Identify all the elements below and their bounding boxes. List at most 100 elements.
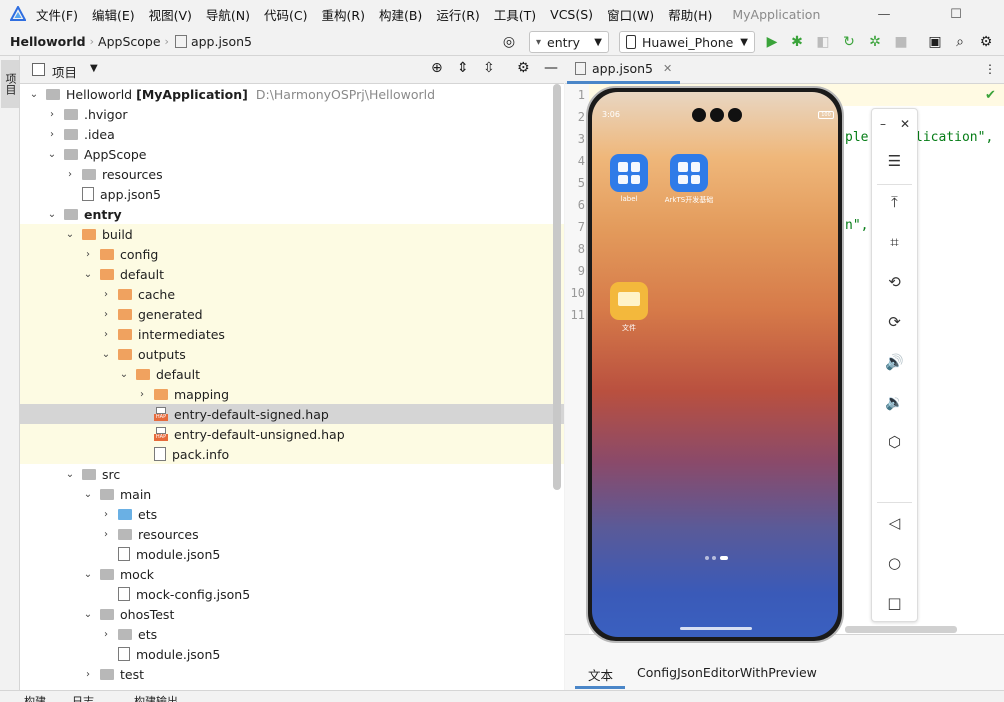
pin-top-icon[interactable]: ⤒	[872, 190, 917, 214]
tree-row[interactable]: ⌄ mock	[20, 564, 564, 584]
minimize-icon[interactable]: —	[860, 0, 908, 28]
back-icon[interactable]: ◁	[872, 511, 917, 535]
tree-row[interactable]: › resources	[20, 524, 564, 544]
tree-row[interactable]: › .hvigor	[20, 104, 564, 124]
chevron-right-icon[interactable]: ›	[100, 528, 112, 540]
menu-window[interactable]: 窗口(W)	[607, 5, 654, 24]
more-icon[interactable]: ⋮	[984, 62, 996, 76]
settings-gear-icon[interactable]: ⚙	[517, 60, 530, 76]
chevron-right-icon[interactable]: ›	[64, 168, 76, 180]
breadcrumb-project[interactable]: Helloworld	[10, 34, 86, 49]
chevron-down-icon[interactable]: ⌄	[64, 468, 76, 480]
editor-tab-app-json5[interactable]: app.json5 ✕	[567, 56, 681, 84]
project-tool-tab[interactable]: 项目	[1, 60, 19, 108]
breadcrumb-file[interactable]: app.json5	[191, 34, 252, 49]
build-output-tab[interactable]: 构建输出	[134, 693, 178, 702]
chevron-down-icon[interactable]: ⌄	[100, 348, 112, 360]
chevron-down-icon[interactable]: ⌄	[82, 608, 94, 620]
tree-row-selected[interactable]: HAP entry-default-signed.hap	[20, 404, 564, 424]
tree-row[interactable]: › config	[20, 244, 564, 264]
menu-code[interactable]: 代码(C)	[264, 5, 307, 24]
chevron-right-icon[interactable]: ›	[100, 628, 112, 640]
tree-row[interactable]: module.json5	[20, 544, 564, 564]
tree-row[interactable]: › resources	[20, 164, 564, 184]
chevron-right-icon[interactable]: ›	[46, 108, 58, 120]
chevron-down-icon[interactable]: ⌄	[82, 268, 94, 280]
menu-navigate[interactable]: 导航(N)	[206, 5, 250, 24]
project-panel-title[interactable]: 项目	[52, 62, 77, 81]
chevron-down-icon[interactable]: ⌄	[64, 228, 76, 240]
menu-build[interactable]: 构建(B)	[379, 5, 422, 24]
tree-row[interactable]: › test	[20, 664, 564, 684]
rotate-left-icon[interactable]: ⟲	[872, 270, 917, 294]
debug-icon[interactable]: ✱	[788, 33, 806, 51]
maximize-icon[interactable]: ☐	[932, 0, 980, 28]
chevron-right-icon[interactable]: ›	[100, 508, 112, 520]
chevron-down-icon[interactable]: ⌄	[46, 208, 58, 220]
chevron-down-icon[interactable]: ▼	[90, 63, 98, 74]
minimize-icon[interactable]: –	[872, 112, 894, 136]
stop-icon[interactable]: ■	[892, 33, 910, 51]
tree-row[interactable]: › mapping	[20, 384, 564, 404]
profiler-icon[interactable]: ✲	[866, 33, 884, 51]
tree-row[interactable]: › .idea	[20, 124, 564, 144]
rotate-right-icon[interactable]: ⟳	[872, 310, 917, 334]
tree-row[interactable]: mock-config.json5	[20, 584, 564, 604]
reload-icon[interactable]: ↻	[840, 33, 858, 51]
menu-run[interactable]: 运行(R)	[436, 5, 479, 24]
menu-tools[interactable]: 工具(T)	[494, 5, 536, 24]
close-icon[interactable]: ✕	[663, 62, 672, 75]
tab-config-editor[interactable]: ConfigJsonEditorWithPreview	[637, 665, 817, 680]
chevron-right-icon[interactable]: ›	[136, 388, 148, 400]
breadcrumb-appscope[interactable]: AppScope	[98, 34, 161, 49]
app-icon-arkts[interactable]	[670, 154, 708, 192]
chevron-right-icon[interactable]: ›	[46, 128, 58, 140]
chevron-down-icon[interactable]: ⌄	[82, 488, 94, 500]
tree-row[interactable]: ⌄ src	[20, 464, 564, 484]
run-config-select[interactable]: ▾ entry ▼	[529, 31, 609, 53]
chevron-down-icon[interactable]: ⌄	[28, 88, 40, 100]
tree-row[interactable]: ⌄ AppScope	[20, 144, 564, 164]
app-icon-label[interactable]	[610, 154, 648, 192]
files-app-icon[interactable]	[610, 282, 648, 320]
tree-row[interactable]: › ets	[20, 624, 564, 644]
crop-icon[interactable]: ⌗	[872, 230, 917, 254]
tree-row[interactable]: ⌄ default	[20, 264, 564, 284]
tree-row[interactable]: › generated	[20, 304, 564, 324]
tree-row[interactable]: › cache	[20, 284, 564, 304]
tree-row[interactable]: ⌄ build	[20, 224, 564, 244]
attach-debugger-icon[interactable]: ◧	[814, 33, 832, 51]
tree-row[interactable]: HAP entry-default-unsigned.hap	[20, 424, 564, 444]
home-indicator[interactable]	[680, 627, 752, 630]
device-select[interactable]: Huawei_Phone ▼	[619, 31, 755, 53]
log-tab[interactable]: 日志	[72, 693, 94, 702]
fold-icon[interactable]: ⬡	[872, 430, 917, 454]
chevron-down-icon[interactable]: ⌄	[82, 568, 94, 580]
run-icon[interactable]: ▶	[763, 33, 781, 51]
home-icon[interactable]: ○	[872, 551, 917, 575]
tree-row[interactable]: › ets	[20, 504, 564, 524]
chevron-down-icon[interactable]: ⌄	[46, 148, 58, 160]
menu-view[interactable]: 视图(V)	[149, 5, 192, 24]
recents-icon[interactable]: □	[872, 591, 917, 615]
volume-down-icon[interactable]: 🔉	[872, 390, 917, 414]
menu-file[interactable]: 文件(F)	[36, 5, 78, 24]
close-icon[interactable]: ✕	[894, 112, 916, 136]
locate-icon[interactable]: ⊕	[431, 60, 443, 76]
menu-vcs[interactable]: VCS(S)	[550, 7, 593, 22]
chevron-down-icon[interactable]: ⌄	[118, 368, 130, 380]
tree-row-root[interactable]: ⌄ Helloworld [MyApplication] D:\HarmonyO…	[20, 84, 564, 104]
chevron-right-icon[interactable]: ›	[82, 668, 94, 680]
tree-row[interactable]: ⌄ default	[20, 364, 564, 384]
chevron-right-icon[interactable]: ›	[82, 248, 94, 260]
search-icon[interactable]: ⌕	[951, 33, 969, 51]
tree-row[interactable]: ⌄ entry	[20, 204, 564, 224]
tree-row[interactable]: pack.info	[20, 444, 564, 464]
collapse-all-icon[interactable]: ⇳	[483, 60, 495, 76]
chevron-right-icon[interactable]: ›	[100, 308, 112, 320]
tree-row[interactable]: › intermediates	[20, 324, 564, 344]
tab-text[interactable]: 文本	[588, 665, 613, 684]
expand-all-icon[interactable]: ⇕	[457, 60, 469, 76]
tree-scrollbar[interactable]	[553, 84, 561, 490]
menu-help[interactable]: 帮助(H)	[668, 5, 712, 24]
